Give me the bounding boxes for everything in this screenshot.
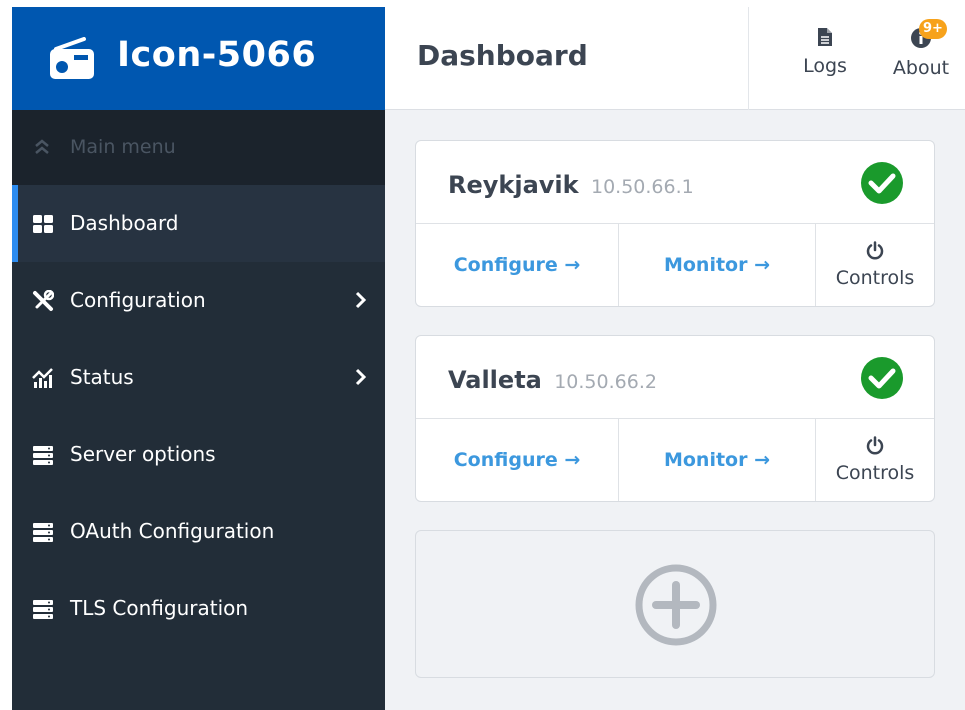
logs-label: Logs (803, 55, 847, 77)
topbar-divider (748, 7, 749, 110)
add-device-button[interactable] (415, 530, 935, 678)
sidebar: Icon-5066 Main menu Dashboard Configurat… (12, 7, 385, 710)
device-card-actions: Configure → Monitor → Controls (416, 419, 934, 501)
sidebar-item-label: Status (70, 365, 134, 389)
device-card: Reykjavik 10.50.66.1 Configure → Monitor… (415, 140, 935, 307)
sidebar-item-label: Dashboard (70, 211, 179, 235)
server-icon (33, 523, 53, 542)
device-name-row: Valleta 10.50.66.2 (448, 366, 657, 394)
sidebar-item-label: OAuth Configuration (70, 519, 275, 543)
brand-header[interactable]: Icon-5066 (12, 7, 385, 110)
chevrons-up-icon (35, 139, 49, 154)
chart-icon (32, 368, 53, 388)
sidebar-item-configuration[interactable]: Configuration (12, 262, 385, 339)
status-ok-icon (861, 357, 903, 399)
controls-label: Controls (835, 267, 915, 289)
device-card-header: Reykjavik 10.50.66.1 (416, 141, 934, 224)
sidebar-item-label: Server options (70, 442, 216, 466)
sidebar-item-oauth-configuration[interactable]: OAuth Configuration (12, 493, 385, 570)
device-name: Valleta (448, 366, 542, 394)
monitor-button[interactable]: Monitor → (619, 419, 816, 501)
sidebar-item-status[interactable]: Status (12, 339, 385, 416)
about-label: About (892, 57, 950, 79)
sidebar-item-label: TLS Configuration (70, 596, 249, 620)
sidebar-item-label: Configuration (70, 288, 206, 312)
configure-button[interactable]: Configure → (416, 224, 619, 306)
configure-button[interactable]: Configure → (416, 419, 619, 501)
power-icon (866, 241, 884, 260)
monitor-button[interactable]: Monitor → (619, 224, 816, 306)
brand-title: Icon-5066 (117, 35, 317, 75)
device-card-header: Valleta 10.50.66.2 (416, 336, 934, 419)
device-card-actions: Configure → Monitor → Controls (416, 224, 934, 306)
page-title: Dashboard (417, 39, 588, 72)
power-icon (866, 436, 884, 455)
device-name: Reykjavik (448, 171, 579, 199)
controls-label: Controls (835, 462, 915, 484)
notification-badge: 9+ (919, 19, 947, 39)
server-icon (33, 446, 53, 465)
top-bar: Dashboard Logs 9+ About (385, 7, 965, 110)
plus-circle-icon (635, 564, 717, 646)
dashboard-content: Reykjavik 10.50.66.1 Configure → Monitor… (385, 110, 965, 710)
chevron-right-icon (355, 291, 367, 309)
server-icon (33, 600, 53, 619)
device-ip: 10.50.66.2 (554, 371, 657, 393)
logs-button[interactable]: Logs (795, 27, 855, 97)
main-menu-label: Main menu (70, 136, 176, 158)
sidebar-item-tls-configuration[interactable]: TLS Configuration (12, 570, 385, 647)
window-edge-left (0, 0, 12, 710)
controls-button[interactable]: Controls (816, 419, 934, 501)
controls-button[interactable]: Controls (816, 224, 934, 306)
sidebar-item-server-options[interactable]: Server options (12, 416, 385, 493)
file-text-icon (818, 28, 832, 46)
sidebar-item-dashboard[interactable]: Dashboard (12, 185, 385, 262)
about-button[interactable]: 9+ About (888, 19, 954, 97)
main-menu-toggle[interactable]: Main menu (12, 110, 385, 185)
radio-icon (50, 37, 94, 79)
device-ip: 10.50.66.1 (590, 176, 694, 198)
status-ok-icon (861, 162, 903, 204)
window-edge-top (12, 0, 965, 7)
grid-icon (33, 215, 53, 233)
device-name-row: Reykjavik 10.50.66.1 (448, 171, 694, 199)
tools-icon (33, 290, 54, 311)
chevron-right-icon (355, 368, 367, 386)
device-card: Valleta 10.50.66.2 Configure → Monitor →… (415, 335, 935, 502)
